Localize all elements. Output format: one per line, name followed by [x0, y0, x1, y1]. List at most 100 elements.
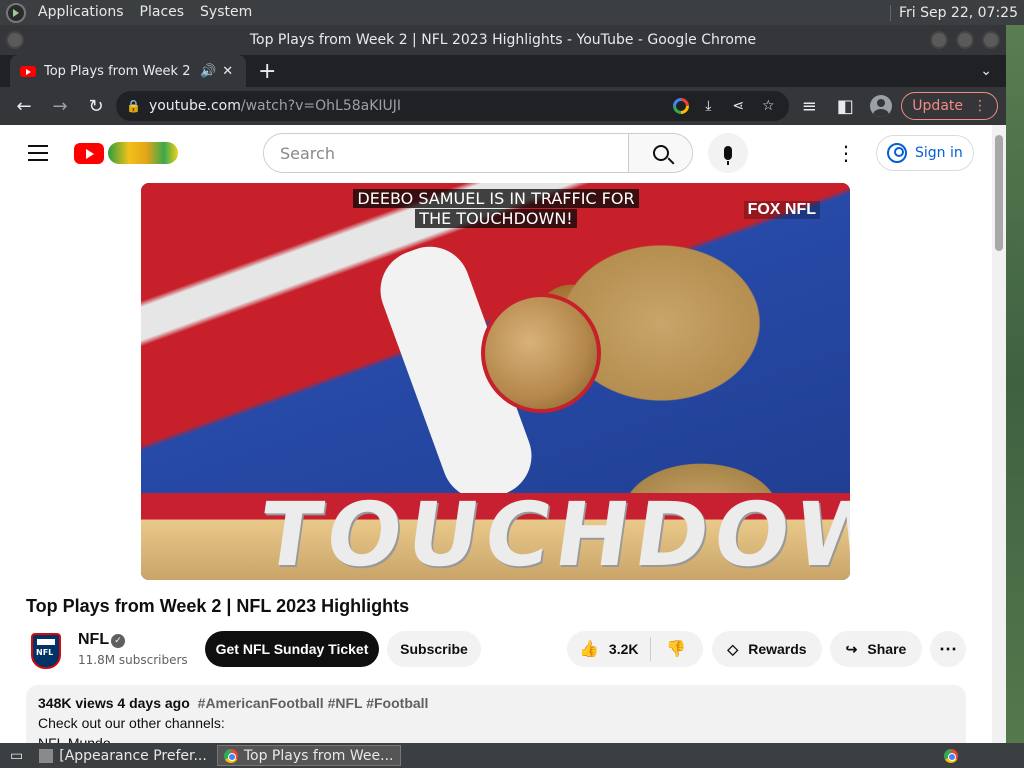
description-line-3: NFL Mundo: [38, 735, 111, 743]
like-button[interactable]: 👍 3.2K: [567, 637, 651, 661]
browser-toolbar: ← → ↻ 🔒 youtube.com/watch?v=OhL58aKIUJI …: [0, 87, 1006, 125]
page-viewport: ⋮ Sign in TOUCHDOWN DEEBO SAMUEL IS IN T…: [0, 125, 1006, 743]
video-title: Top Plays from Week 2 | NFL 2023 Highlig…: [26, 596, 410, 616]
tray-chrome-icon[interactable]: [944, 748, 958, 763]
description-box[interactable]: 348K views 4 days ago #AmericanFootball …: [26, 685, 966, 743]
top-panel: Applications Places System Fri Sep 22, 0…: [0, 0, 1024, 25]
maximize-icon[interactable]: [956, 31, 974, 49]
scrollbar-thumb[interactable]: [995, 135, 1003, 251]
account-circle-icon: [887, 143, 907, 163]
youtube-masthead: ⋮ Sign in: [0, 125, 992, 181]
forward-arrow-icon[interactable]: →: [44, 90, 76, 122]
tab-search-chevron-down-icon[interactable]: ⌄: [980, 63, 992, 79]
youtube-favicon-icon: [20, 65, 36, 77]
search-input[interactable]: [264, 134, 628, 172]
dislike-button[interactable]: 👎: [651, 639, 701, 659]
tab-strip: Top Plays from Week 2 | N 🔊 ✕ + ⌄: [0, 55, 1006, 87]
lock-icon[interactable]: 🔒: [126, 99, 141, 113]
google-lens-icon[interactable]: [673, 98, 690, 114]
thumbs-up-icon: 👍: [579, 641, 599, 658]
chrome-icon: [223, 748, 238, 763]
closed-caption: DEEBO SAMUEL IS IN TRAFFIC FOR THE TOUCH…: [346, 189, 646, 229]
youtube-doodle-icon: [108, 142, 178, 164]
view-count: 348K views: [38, 695, 114, 711]
menu-applications[interactable]: Applications: [30, 0, 132, 25]
applications-logo-icon[interactable]: [6, 2, 26, 23]
rewards-label: Rewards: [748, 641, 807, 657]
install-app-icon[interactable]: ⤓: [697, 98, 719, 114]
voice-search-button[interactable]: [708, 133, 748, 173]
fox-nfl-logo: FOX NFL: [743, 201, 820, 219]
taskbar-item-appearance[interactable]: [Appearance Prefer...: [33, 745, 213, 766]
url-path: /watch?v=OhL58aKIUJI: [240, 98, 402, 114]
subscribe-button[interactable]: Subscribe: [387, 631, 481, 667]
clock[interactable]: Fri Sep 22, 07:25: [889, 4, 1024, 21]
rewards-button[interactable]: ◇ Rewards: [712, 631, 822, 667]
more-actions-button[interactable]: ⋯: [930, 631, 966, 667]
back-arrow-icon[interactable]: ←: [8, 90, 40, 122]
share-page-icon[interactable]: ⋖: [727, 98, 749, 114]
reading-list-icon[interactable]: ≡: [793, 90, 825, 122]
video-player[interactable]: TOUCHDOWN DEEBO SAMUEL IS IN TRAFFIC FOR…: [141, 183, 850, 580]
hamburger-menu-icon[interactable]: [28, 145, 48, 161]
sign-in-label: Sign in: [915, 145, 963, 161]
update-button[interactable]: Update ⋮: [901, 92, 998, 120]
sunday-ticket-button[interactable]: Get NFL Sunday Ticket: [205, 631, 379, 667]
search-box: [263, 133, 693, 173]
video-frame-helmet: [481, 293, 601, 413]
channel-name[interactable]: NFL: [78, 631, 109, 649]
bookmark-star-icon[interactable]: ☆: [757, 98, 779, 114]
nfl-shield-icon: [31, 633, 61, 669]
diamond-icon: ◇: [727, 640, 739, 657]
taskbar-item-chrome[interactable]: Top Plays from Wee...: [216, 745, 401, 766]
youtube-logo[interactable]: [74, 142, 178, 164]
ellipsis-icon: ⋯: [939, 638, 957, 659]
desktop-background: [1006, 25, 1024, 743]
speaker-icon[interactable]: 🔊: [200, 64, 216, 79]
side-panel-icon[interactable]: ◧: [829, 90, 861, 122]
window-title: Top Plays from Week 2 | NFL 2023 Highlig…: [249, 32, 757, 48]
share-label: Share: [867, 641, 907, 657]
youtube-play-logo-icon: [74, 142, 104, 164]
url-host: youtube.com: [148, 98, 241, 114]
owner-row: NFL ✓ 11.8M subscribers Get NFL Sunday T…: [26, 631, 970, 671]
kebab-menu-icon: ⋮: [973, 98, 987, 114]
caption-line-1: DEEBO SAMUEL IS IN TRAFFIC FOR: [353, 189, 639, 208]
subscriber-count: 11.8M subscribers: [78, 653, 188, 667]
like-count: 3.2K: [608, 641, 639, 657]
menu-places[interactable]: Places: [132, 0, 193, 25]
chrome-window: Top Plays from Week 2 | NFL 2023 Highlig…: [0, 25, 1006, 743]
search-button[interactable]: [628, 134, 692, 172]
tab-youtube[interactable]: Top Plays from Week 2 | N 🔊 ✕: [10, 55, 246, 87]
sign-in-button[interactable]: Sign in: [876, 135, 974, 171]
description-line-2: Check out our other channels:: [38, 715, 225, 731]
settings-more-icon[interactable]: ⋮: [836, 141, 856, 165]
taskbar: ▭ [Appearance Prefer... Top Plays from W…: [0, 743, 1024, 768]
address-bar[interactable]: 🔒 youtube.com/watch?v=OhL58aKIUJI ⤓ ⋖ ☆: [116, 91, 790, 121]
caption-line-2: THE TOUCHDOWN!: [415, 209, 577, 228]
page-scrollbar[interactable]: [992, 125, 1006, 743]
hashtags[interactable]: #AmericanFootball #NFL #Football: [198, 695, 429, 711]
appearance-app-icon: [39, 748, 54, 763]
channel-avatar[interactable]: [28, 631, 64, 671]
taskbar-item-label: Top Plays from Wee...: [243, 747, 394, 764]
upload-age: 4 days ago: [117, 695, 190, 711]
tab-title: Top Plays from Week 2 | N: [44, 63, 194, 79]
search-icon: [652, 145, 669, 161]
show-desktop-icon[interactable]: ▭: [4, 745, 29, 766]
profile-avatar[interactable]: [865, 90, 897, 122]
close-tab-icon[interactable]: ✕: [222, 64, 233, 79]
close-window-icon[interactable]: [982, 31, 1000, 49]
minimize-icon[interactable]: [930, 31, 948, 49]
new-tab-button[interactable]: +: [258, 59, 276, 84]
share-arrow-icon: ↪: [845, 640, 858, 657]
profile-avatar-icon: [870, 95, 893, 117]
verified-check-icon: ✓: [111, 634, 125, 648]
window-menu-icon[interactable]: [6, 31, 24, 49]
menu-system[interactable]: System: [192, 0, 260, 25]
thumbs-down-icon: 👎: [666, 641, 686, 658]
update-label: Update: [912, 98, 963, 114]
reload-icon[interactable]: ↻: [80, 90, 112, 122]
microphone-icon: [724, 146, 732, 165]
share-button[interactable]: ↪ Share: [830, 631, 922, 667]
